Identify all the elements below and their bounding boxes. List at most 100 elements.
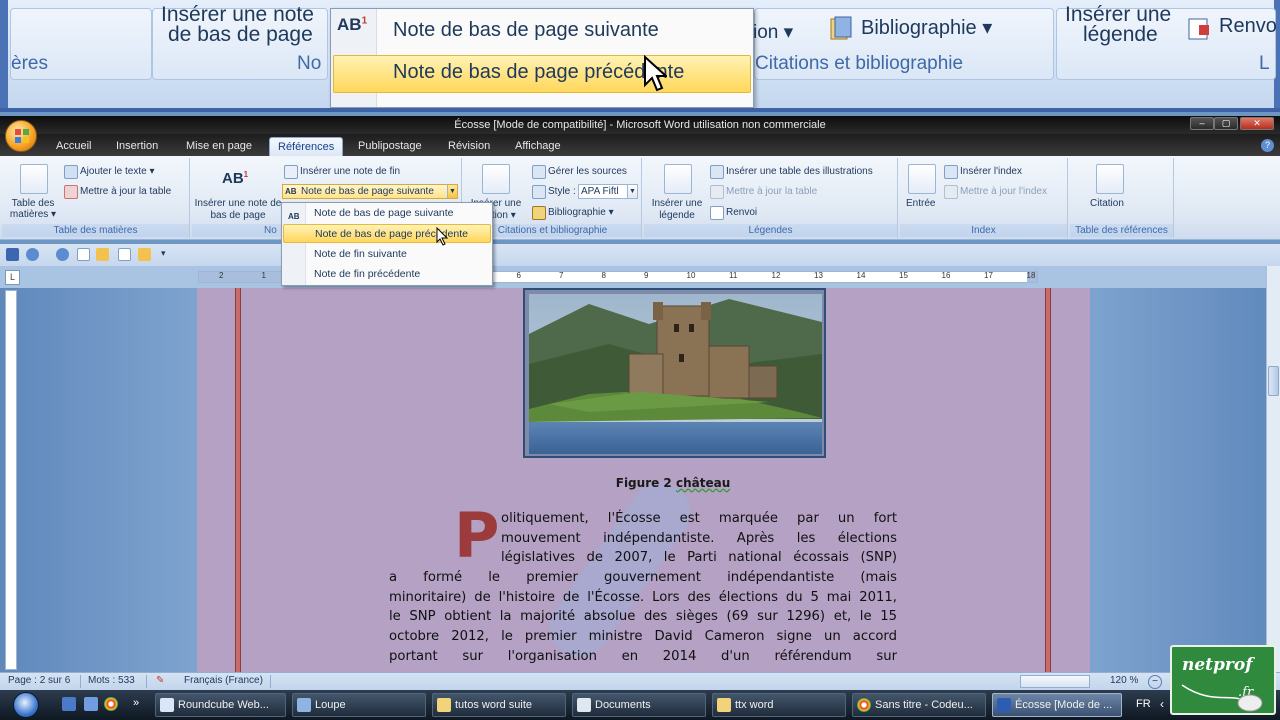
menu-item-label: Note de fin précédente bbox=[314, 268, 421, 280]
help-icon[interactable]: ? bbox=[1261, 139, 1274, 152]
zoom-out-icon[interactable]: − bbox=[1148, 675, 1162, 689]
status-bar: Page : 2 sur 6 Mots : 533 ✎ Français (Fr… bbox=[0, 672, 1280, 690]
insert-endnote-button[interactable]: Insérer une note de fin bbox=[300, 166, 400, 177]
spelling-check-icon[interactable]: ✎ bbox=[156, 675, 164, 686]
group-label-toc: Table des matières bbox=[2, 224, 189, 237]
taskbar-item-label: tutos word suite bbox=[455, 699, 533, 711]
minimize-button[interactable]: ‒ bbox=[1190, 117, 1214, 130]
insert-illustrations-table-icon bbox=[710, 165, 724, 179]
switch-windows-icon[interactable] bbox=[84, 697, 98, 711]
mag-menu-item-previous: Note de bas de page précédente bbox=[393, 61, 685, 83]
redo-icon[interactable] bbox=[56, 248, 69, 261]
chevron-down-icon[interactable]: ▼ bbox=[447, 185, 457, 198]
next-footnote-split-button[interactable]: AB Note de bas de page suivante ▼ bbox=[282, 184, 458, 199]
mag-caption-toc: ères bbox=[11, 53, 48, 74]
tray-chevron-icon[interactable]: ‹ bbox=[1160, 697, 1164, 711]
update-legend-table-button[interactable]: Mettre à jour la table bbox=[726, 186, 817, 197]
mag-insert-legend-line2: légende bbox=[1083, 23, 1158, 46]
manage-sources-button[interactable]: Gérer les sources bbox=[548, 166, 627, 177]
group-table-des-matieres: Table des matières ▾ Ajouter le texte ▾ … bbox=[2, 158, 190, 238]
office-button[interactable] bbox=[5, 120, 37, 152]
tab-publipostage[interactable]: Publipostage bbox=[350, 137, 430, 157]
menu-item-previous-endnote[interactable]: Note de fin précédente bbox=[283, 265, 491, 284]
tab-affichage[interactable]: Affichage bbox=[507, 137, 569, 157]
tab-revision[interactable]: Révision bbox=[440, 137, 498, 157]
open-folder-icon[interactable] bbox=[96, 248, 109, 261]
magnifier-window: ères Insérer une note de bas de page No … bbox=[0, 0, 1280, 112]
folder-icon[interactable] bbox=[138, 248, 151, 261]
page-border-left bbox=[235, 288, 241, 672]
ruler-left-margin bbox=[199, 272, 291, 282]
taskbar-item[interactable]: Documents bbox=[572, 693, 706, 717]
word-count[interactable]: Mots : 533 bbox=[88, 675, 135, 686]
group-label-references: Table des références bbox=[1070, 224, 1173, 237]
update-table-button[interactable]: Mettre à jour la table bbox=[80, 186, 171, 197]
menu-item-previous-footnote[interactable]: Note de bas de page précédente bbox=[283, 224, 491, 243]
mouse-cursor-icon bbox=[436, 227, 449, 246]
page-count[interactable]: Page : 2 sur 6 bbox=[8, 675, 70, 686]
taskbar-item[interactable]: Sans titre - Codeu... bbox=[852, 693, 986, 717]
taskbar-item[interactable]: Loupe bbox=[292, 693, 426, 717]
taskbar-item-label: Loupe bbox=[315, 699, 346, 711]
insert-illustrations-table-button[interactable]: Insérer une table des illustrations bbox=[726, 166, 873, 177]
entry-button[interactable]: Entrée bbox=[906, 198, 935, 209]
ruler-number: 7 bbox=[559, 271, 564, 280]
bibliography-button[interactable]: Bibliographie ▾ bbox=[548, 207, 614, 218]
quicklaunch-more-icon[interactable]: » bbox=[133, 697, 143, 711]
tab-references[interactable]: Références bbox=[269, 137, 344, 157]
table-of-contents-button[interactable]: Table des matières ▾ bbox=[8, 198, 58, 220]
chrome-icon[interactable] bbox=[104, 697, 118, 711]
show-desktop-icon[interactable] bbox=[62, 697, 76, 711]
renvoi-button[interactable]: Renvoi bbox=[726, 207, 757, 218]
view-buttons[interactable] bbox=[1020, 675, 1090, 688]
update-index-button[interactable]: Mettre à jour l'index bbox=[960, 186, 1047, 197]
menu-item-next-endnote[interactable]: Note de fin suivante bbox=[283, 245, 491, 264]
language-indicator[interactable]: Français (France) bbox=[184, 675, 263, 686]
tab-insertion[interactable]: Insertion bbox=[108, 137, 166, 157]
customize-toolbar-chevron-icon[interactable]: ▾ bbox=[161, 248, 169, 261]
roundcube-icon bbox=[160, 698, 174, 712]
insert-footnote-button[interactable]: Insérer une note de bas de page bbox=[194, 198, 282, 222]
citation-button[interactable]: Citation bbox=[1090, 198, 1124, 209]
add-text-button[interactable]: Ajouter le texte ▾ bbox=[80, 166, 155, 177]
insert-index-button[interactable]: Insérer l'index bbox=[960, 166, 1022, 177]
ruler-number: 18 bbox=[1026, 271, 1036, 280]
start-button[interactable] bbox=[10, 690, 44, 720]
taskbar-item-label: Roundcube Web... bbox=[178, 699, 269, 711]
insert-legend-button[interactable]: Insérer une légende bbox=[646, 198, 708, 222]
documents-icon bbox=[577, 698, 591, 712]
vertical-ruler[interactable] bbox=[5, 290, 17, 670]
vertical-scrollbar[interactable] bbox=[1266, 266, 1280, 672]
mag-menu-item-next: Note de bas de page suivante bbox=[393, 19, 659, 41]
ruler-number: 2 bbox=[219, 271, 224, 280]
tab-accueil[interactable]: Accueil bbox=[48, 137, 99, 157]
zoom-level[interactable]: 120 % bbox=[1110, 675, 1138, 686]
tab-mise-en-page[interactable]: Mise en page bbox=[178, 137, 260, 157]
window-title-bar: Écosse [Mode de compatibilité] - Microso… bbox=[0, 116, 1280, 134]
maximize-button[interactable]: ▢ bbox=[1214, 117, 1238, 130]
tab-selector[interactable]: L bbox=[5, 270, 20, 285]
taskbar-item[interactable]: Écosse [Mode de ... bbox=[992, 693, 1122, 717]
new-document-icon[interactable] bbox=[77, 248, 90, 261]
group-label-legendes: Légendes bbox=[644, 224, 897, 237]
print-preview-icon[interactable] bbox=[118, 248, 131, 261]
update-legend-table-icon bbox=[710, 185, 724, 199]
language-bar[interactable]: FR bbox=[1136, 698, 1151, 710]
close-button[interactable]: ✕ bbox=[1240, 117, 1274, 130]
figure-caption[interactable]: Figure 2 château bbox=[523, 476, 823, 490]
undo-icon[interactable] bbox=[26, 248, 39, 261]
style-value: APA Fiftl bbox=[581, 186, 619, 197]
menu-item-next-footnote[interactable]: AB Note de bas de page suivante bbox=[283, 204, 491, 223]
chevron-down-icon[interactable]: ▼ bbox=[627, 185, 637, 198]
save-icon[interactable] bbox=[6, 248, 19, 261]
ruler-number: 11 bbox=[729, 271, 738, 280]
taskbar-item[interactable]: tutos word suite bbox=[432, 693, 566, 717]
status-separator bbox=[146, 675, 147, 688]
taskbar-item[interactable]: ttx word bbox=[712, 693, 846, 717]
style-select[interactable]: APA Fiftl ▼ bbox=[578, 184, 638, 199]
taskbar-item[interactable]: Roundcube Web... bbox=[155, 693, 286, 717]
scrollbar-thumb[interactable] bbox=[1268, 366, 1279, 396]
castle-image[interactable] bbox=[523, 288, 826, 458]
taskbar-item-label: Sans titre - Codeu... bbox=[875, 699, 973, 711]
insert-index-icon bbox=[944, 165, 958, 179]
